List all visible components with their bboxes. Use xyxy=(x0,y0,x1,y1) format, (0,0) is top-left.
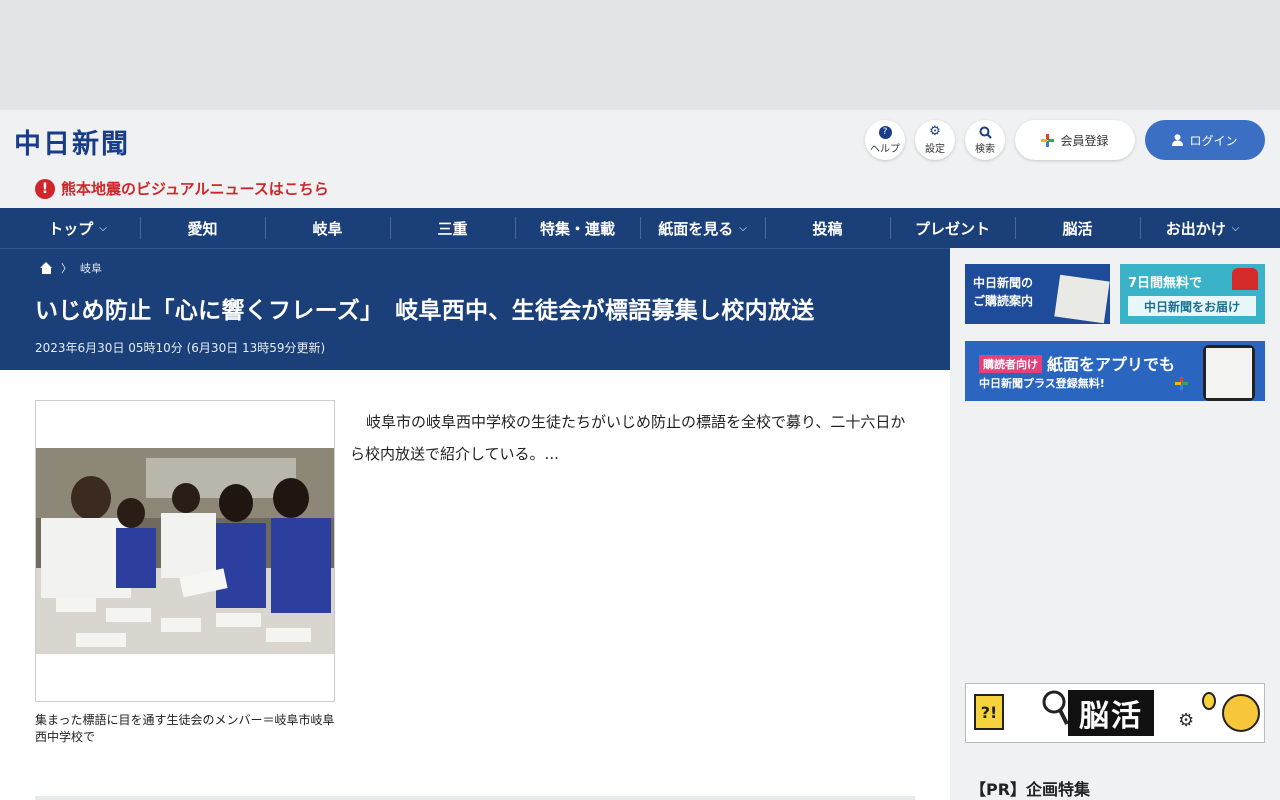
article-header: 〉 岐阜 いじめ防止「心に響くフレーズ」 岐阜西中、生徒会が標語募集し校内放送 … xyxy=(0,248,950,370)
photo-caption: 集まった標語に目を通す生徒会のメンバー＝岐阜市岐阜西中学校で xyxy=(35,713,335,744)
nav-item-top[interactable]: トップ ⌵ xyxy=(15,208,140,248)
article-date: 2023年6月30日 05時10分 (6月30日 13時59分更新) xyxy=(35,341,326,355)
search-label: 検索 xyxy=(975,143,995,155)
breadcrumb-section[interactable]: 岐阜 xyxy=(80,260,102,276)
banner-text: 紙面をアプリでも xyxy=(1047,355,1176,374)
phone-image xyxy=(1203,345,1255,401)
breaking-news-link[interactable]: ! 熊本地震のビジュアルニュースはこちら xyxy=(35,178,329,199)
nav-item-aichi[interactable]: 愛知 xyxy=(140,208,265,248)
plus-icon xyxy=(1041,133,1055,147)
main-nav: トップ ⌵ 愛知 岐阜 三重 特集・連載 紙面を見る ⌵ 投稿 プレゼント 脳活 お… xyxy=(0,208,1280,248)
puzzle-icon xyxy=(1222,694,1260,732)
banner-text: 7日間無料で xyxy=(1128,276,1203,291)
site-header: 中日新聞 ? ヘルプ ⚙ 設定 検索 会員登録 ログイン ! 熊本地震のビジュア… xyxy=(0,110,1280,208)
register-button[interactable]: 会員登録 xyxy=(1015,120,1135,160)
nav-label: 脳活 xyxy=(1062,219,1093,238)
plus-icon xyxy=(1175,377,1188,390)
lightbulb-icon xyxy=(1202,692,1216,710)
banner-tag: 購読者向け xyxy=(979,355,1042,373)
nav-label: 岐阜 xyxy=(312,219,343,238)
breaking-news-text: 熊本地震のビジュアルニュースはこちら xyxy=(61,180,329,198)
nav-item-brain[interactable]: 脳活 xyxy=(1015,208,1140,248)
article-title: いじめ防止「心に響くフレーズ」 岐阜西中、生徒会が標語募集し校内放送 xyxy=(35,298,815,324)
nav-label: トップ xyxy=(48,219,94,238)
nav-label: 愛知 xyxy=(187,219,218,238)
newspaper-image xyxy=(1054,274,1110,324)
article-text: 岐阜市の岐阜西中学校の生徒たちがいじめ防止の標語を全校で募り、二十六日から校内放… xyxy=(350,413,906,463)
nav-item-paper[interactable]: 紙面を見る ⌵ xyxy=(640,208,765,248)
divider xyxy=(35,796,915,800)
site-logo[interactable]: 中日新聞 xyxy=(14,122,130,161)
chevron-down-icon: ⌵ xyxy=(1231,222,1240,234)
nav-item-mie[interactable]: 三重 xyxy=(390,208,515,248)
gear-icon: ⚙ xyxy=(1178,710,1195,731)
nav-item-outing[interactable]: お出かけ ⌵ xyxy=(1140,208,1265,248)
brain-training-banner[interactable]: ?! 脳活 ⚙ xyxy=(965,683,1265,743)
app-banner[interactable]: 購読者向け 紙面をアプリでも 中日新聞プラス登録無料! xyxy=(965,341,1265,401)
login-button[interactable]: ログイン xyxy=(1145,120,1265,160)
alert-icon: ! xyxy=(35,178,55,199)
students-photo xyxy=(36,448,334,654)
article-photo[interactable] xyxy=(36,448,334,654)
chevron-down-icon: ⌵ xyxy=(739,222,747,234)
top-ad-area xyxy=(0,0,1280,110)
banner-text: 中日新聞の xyxy=(973,276,1034,290)
nav-label: 特集・連載 xyxy=(539,219,615,238)
login-label: ログイン xyxy=(1189,133,1238,148)
settings-button[interactable]: ⚙ 設定 xyxy=(915,120,955,160)
register-label: 会員登録 xyxy=(1060,133,1109,148)
article-body: 集まった標語に目を通す生徒会のメンバー＝岐阜市岐阜西中学校で 岐阜市の岐阜西中学… xyxy=(0,370,950,800)
magnifier-icon xyxy=(1042,690,1069,725)
nav-label: 投稿 xyxy=(812,219,843,238)
nav-label: 紙面を見る xyxy=(658,219,734,238)
settings-label: 設定 xyxy=(925,144,945,155)
nav-item-submit[interactable]: 投稿 xyxy=(765,208,890,248)
gear-icon: ⚙ xyxy=(929,124,941,139)
home-icon[interactable] xyxy=(40,262,53,274)
photo-frame[interactable] xyxy=(35,400,335,702)
banner-text: 中日新聞プラス登録無料! xyxy=(979,377,1105,390)
free-trial-banner[interactable]: 7日間無料で 中日新聞をお届け xyxy=(1120,264,1265,324)
search-button[interactable]: 検索 xyxy=(965,120,1005,160)
chevron-down-icon: ⌵ xyxy=(99,222,107,234)
banner-text: ご購読案内 xyxy=(973,294,1034,308)
breadcrumb: 〉 岐阜 xyxy=(40,260,102,276)
help-label: ヘルプ xyxy=(870,143,900,155)
sidebar: 中日新聞の ご購読案内 7日間無料で 中日新聞をお届け 購読者向け 紙面をアプリ… xyxy=(950,248,1280,800)
nav-label: プレゼント xyxy=(914,219,990,238)
nav-label: お出かけ xyxy=(1165,219,1226,238)
banner-text: 脳活 xyxy=(1068,690,1154,736)
mailbox-icon xyxy=(1232,268,1258,290)
help-button[interactable]: ? ヘルプ xyxy=(865,120,905,160)
nav-item-features[interactable]: 特集・連載 xyxy=(515,208,640,248)
search-icon xyxy=(979,126,992,139)
nav-item-gifu[interactable]: 岐阜 xyxy=(265,208,390,248)
help-icon: ? xyxy=(878,125,892,139)
pr-section-title: 【PR】企画特集 xyxy=(970,780,1091,799)
banner-text: 中日新聞をお届け xyxy=(1128,296,1256,316)
question-icon: ?! xyxy=(974,694,1004,730)
nav-item-present[interactable]: プレゼント xyxy=(890,208,1015,248)
breadcrumb-separator: 〉 xyxy=(61,262,72,275)
nav-label: 三重 xyxy=(437,219,468,238)
subscription-banner[interactable]: 中日新聞の ご購読案内 xyxy=(965,264,1110,324)
user-icon xyxy=(1172,134,1184,146)
